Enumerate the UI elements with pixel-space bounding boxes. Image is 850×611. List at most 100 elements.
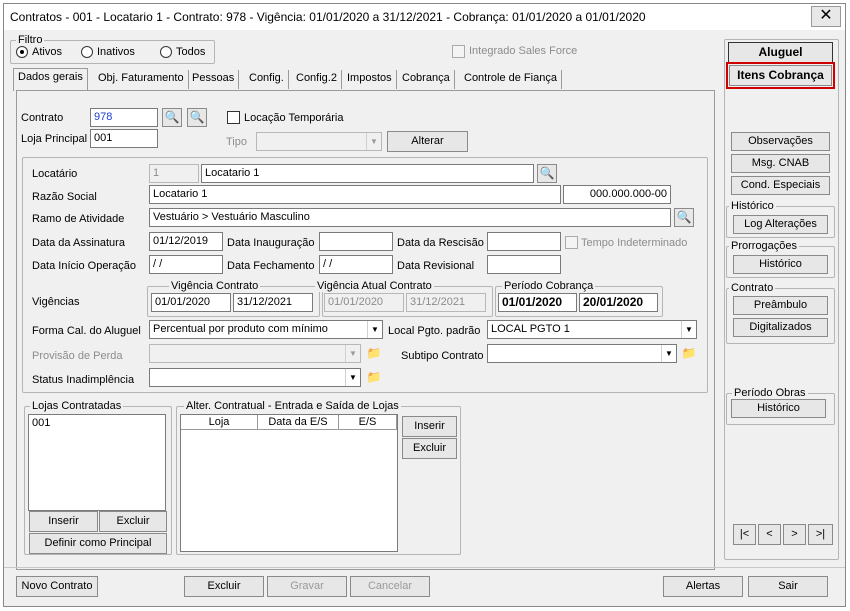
log-alteracoes-button[interactable]: Log Alterações [733, 215, 828, 234]
alter-excluir-button[interactable]: Excluir [402, 438, 457, 459]
tab-controle-fianca[interactable]: Controle de Fiança [460, 70, 562, 89]
razao-social-input[interactable]: Locatario 1 [149, 185, 561, 204]
subtipo-contrato-select[interactable]: ▼ [487, 344, 677, 363]
tab-obj-faturamento[interactable]: Obj. Faturamento [94, 70, 189, 89]
preambulo-button[interactable]: Preâmbulo [733, 296, 828, 315]
periodo-obras-title: Período Obras [732, 387, 808, 399]
tab-cobranca[interactable]: Cobrança [398, 70, 455, 89]
chevron-down-icon[interactable]: ▼ [661, 345, 676, 362]
binoculars-icon[interactable]: 🔍 [162, 108, 182, 127]
aluguel-button[interactable]: Aluguel [728, 42, 833, 63]
vigencia-contrato-title: Vigência Contrato [169, 280, 261, 292]
chevron-down-icon[interactable]: ▼ [366, 133, 381, 150]
chevron-down-icon[interactable]: ▼ [345, 369, 360, 386]
vigencia-atual-inicio[interactable]: 01/01/2020 [324, 293, 404, 312]
radio-inativos[interactable] [81, 46, 93, 58]
data-rescisao-label: Data da Rescisão [397, 237, 484, 249]
prorrogacoes-title: Prorrogações [729, 240, 800, 252]
window-title: Contratos - 001 - Locatario 1 - Contrato… [10, 10, 646, 24]
highlight-box [726, 62, 835, 89]
list-item[interactable]: 001 [29, 415, 165, 431]
lojas-inserir-button[interactable]: Inserir [29, 511, 98, 532]
periodo-cobranca-fim[interactable]: 20/01/2020 [579, 293, 658, 312]
cond-especiais-button[interactable]: Cond. Especiais [731, 176, 830, 195]
novo-contrato-button[interactable]: Novo Contrato [16, 576, 98, 597]
column-header-es[interactable]: E/S [339, 415, 397, 430]
nav-first-button[interactable]: |< [733, 524, 756, 545]
periodo-obras-historico-button[interactable]: Histórico [731, 399, 826, 418]
integrado-sales-force-checkbox[interactable] [452, 45, 465, 58]
chevron-down-icon[interactable]: ▼ [681, 321, 696, 338]
tempo-indeterminado-checkbox[interactable] [565, 236, 578, 249]
msg-cnab-button[interactable]: Msg. CNAB [731, 154, 830, 173]
nav-last-button[interactable]: >| [808, 524, 833, 545]
data-assinatura-input[interactable]: 01/12/2019 [149, 232, 223, 251]
radio-todos-label[interactable]: Todos [176, 45, 205, 59]
sair-button[interactable]: Sair [748, 576, 828, 597]
periodo-cobranca-inicio[interactable]: 01/01/2020 [498, 293, 577, 312]
alter-inserir-button[interactable]: Inserir [402, 416, 457, 437]
chevron-down-icon[interactable]: ▼ [367, 321, 382, 338]
definir-principal-button[interactable]: Definir como Principal [29, 533, 167, 554]
status-inadimplencia-select[interactable]: ▼ [149, 368, 361, 387]
data-rescisao-input[interactable] [487, 232, 561, 251]
prorrogacoes-historico-button[interactable]: Histórico [733, 255, 828, 274]
observacoes-button[interactable]: Observações [731, 132, 830, 151]
provisao-perda-select[interactable]: ▼ [149, 344, 361, 363]
binoculars-icon[interactable]: 🔍 [187, 108, 207, 127]
alter-contratual-table[interactable]: Loja Data da E/S E/S [180, 414, 398, 552]
cancelar-button[interactable]: Cancelar [350, 576, 430, 597]
column-header-loja[interactable]: Loja [181, 415, 258, 430]
alertas-button[interactable]: Alertas [663, 576, 743, 597]
binoculars-icon[interactable]: 🔍 [674, 208, 694, 227]
locatario-name-input[interactable]: Locatario 1 [201, 164, 534, 183]
lojas-excluir-button[interactable]: Excluir [99, 511, 167, 532]
tab-impostos[interactable]: Impostos [343, 70, 397, 89]
data-inicio-operacao-input[interactable]: / / [149, 255, 223, 274]
lojas-contratadas-title: Lojas Contratadas [30, 400, 124, 412]
radio-ativos[interactable] [16, 46, 28, 58]
digitalizados-button[interactable]: Digitalizados [733, 318, 828, 337]
local-pgto-select[interactable]: LOCAL PGTO 1 ▼ [487, 320, 697, 339]
locacao-temporaria-checkbox[interactable] [227, 111, 240, 124]
radio-todos[interactable] [160, 46, 172, 58]
vigencias-label: Vigências [32, 296, 80, 308]
tempo-indeterminado-label: Tempo Indeterminado [581, 237, 688, 249]
contracts-window: Contratos - 001 - Locatario 1 - Contrato… [3, 3, 846, 607]
vigencia-contrato-inicio[interactable]: 01/01/2020 [151, 293, 231, 312]
title-bar: Contratos - 001 - Locatario 1 - Contrato… [4, 4, 845, 30]
locatario-code-input[interactable]: 1 [149, 164, 199, 183]
data-inauguracao-input[interactable] [319, 232, 393, 251]
contrato-input[interactable]: 978 [90, 108, 158, 127]
tipo-select[interactable]: ▼ [256, 132, 382, 151]
folder-icon[interactable]: 📁 [365, 345, 383, 362]
folder-icon[interactable]: 📁 [680, 345, 698, 362]
radio-ativos-label[interactable]: Ativos [32, 45, 62, 59]
nav-next-button[interactable]: > [783, 524, 806, 545]
alterar-button[interactable]: Alterar [387, 131, 468, 152]
lojas-list[interactable]: 001 [28, 414, 166, 511]
data-fechamento-label: Data Fechamento [227, 260, 315, 272]
forma-cal-aluguel-select[interactable]: Percentual por produto com mínimo ▼ [149, 320, 383, 339]
subtipo-contrato-label: Subtipo Contrato [401, 350, 484, 362]
binoculars-icon[interactable]: 🔍 [537, 164, 557, 183]
tab-config[interactable]: Config. [245, 70, 289, 89]
vigencia-atual-fim[interactable]: 31/12/2021 [406, 293, 486, 312]
folder-icon[interactable]: 📁 [365, 369, 383, 386]
tab-config2[interactable]: Config.2 [292, 70, 342, 89]
vigencia-contrato-fim[interactable]: 31/12/2021 [233, 293, 313, 312]
loja-principal-input[interactable]: 001 [90, 129, 158, 148]
close-button[interactable]: ✕ [811, 6, 841, 27]
cnpj-input[interactable]: 000.000.000-00 [563, 185, 671, 204]
data-revisional-input[interactable] [487, 255, 561, 274]
nav-prev-button[interactable]: < [758, 524, 781, 545]
tab-pessoas[interactable]: Pessoas [188, 70, 240, 89]
column-header-data-es[interactable]: Data da E/S [258, 415, 339, 430]
data-fechamento-input[interactable]: / / [319, 255, 393, 274]
tab-dados-gerais[interactable]: Dados gerais [13, 68, 88, 91]
ramo-atividade-input[interactable]: Vestuário > Vestuário Masculino [149, 208, 671, 227]
excluir-button[interactable]: Excluir [184, 576, 264, 597]
gravar-button[interactable]: Gravar [267, 576, 347, 597]
chevron-down-icon[interactable]: ▼ [345, 345, 360, 362]
radio-inativos-label[interactable]: Inativos [97, 45, 135, 59]
